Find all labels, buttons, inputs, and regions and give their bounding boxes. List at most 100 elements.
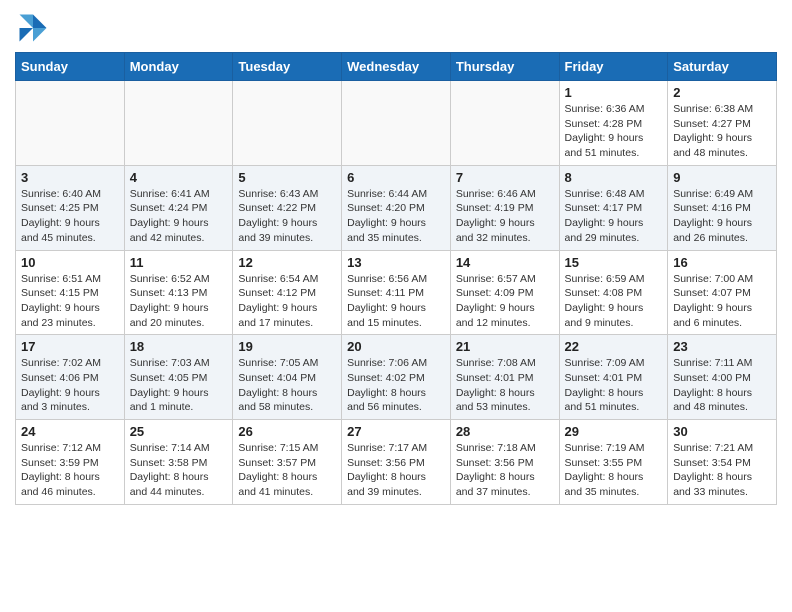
calendar-cell: 13 Sunrise: 6:56 AMSunset: 4:11 PMDayligh… xyxy=(342,250,451,335)
col-header-sunday: Sunday xyxy=(16,53,125,81)
day-number: 17 xyxy=(21,339,119,354)
day-number: 21 xyxy=(456,339,554,354)
col-header-saturday: Saturday xyxy=(668,53,777,81)
day-number: 28 xyxy=(456,424,554,439)
day-number: 6 xyxy=(347,170,445,185)
day-info: Sunrise: 7:02 AMSunset: 4:06 PMDaylight:… xyxy=(21,356,119,415)
calendar-cell xyxy=(342,81,451,166)
day-number: 5 xyxy=(238,170,336,185)
calendar-cell: 30Sunrise: 7:21 AMSunset: 3:54 PMDayligh… xyxy=(668,420,777,505)
calendar-cell: 15 Sunrise: 6:59 AMSunset: 4:08 PMDayligh… xyxy=(559,250,668,335)
day-number: 25 xyxy=(130,424,228,439)
calendar-cell xyxy=(233,81,342,166)
calendar-header-row: SundayMondayTuesdayWednesdayThursdayFrid… xyxy=(16,53,777,81)
calendar-cell: 19Sunrise: 7:05 AMSunset: 4:04 PMDayligh… xyxy=(233,335,342,420)
day-number: 22 xyxy=(565,339,663,354)
day-number: 24 xyxy=(21,424,119,439)
day-info: Sunrise: 7:06 AMSunset: 4:02 PMDaylight:… xyxy=(347,356,445,415)
page-header xyxy=(15,10,777,46)
calendar-cell xyxy=(124,81,233,166)
day-info: Sunrise: 6:40 AMSunset: 4:25 PMDaylight:… xyxy=(21,187,119,246)
day-info: Sunrise: 7:14 AMSunset: 3:58 PMDaylight:… xyxy=(130,441,228,500)
day-info: Sunrise: 6:36 AMSunset: 4:28 PMDaylight:… xyxy=(565,102,663,161)
day-number: 7 xyxy=(456,170,554,185)
calendar-cell: 16 Sunrise: 7:00 AMSunset: 4:07 PMDayligh… xyxy=(668,250,777,335)
calendar-cell: 3Sunrise: 6:40 AMSunset: 4:25 PMDaylight… xyxy=(16,165,125,250)
day-number: 23 xyxy=(673,339,771,354)
calendar-cell: 23 Sunrise: 7:11 AMSunset: 4:00 PMDayligh… xyxy=(668,335,777,420)
day-number: 14 xyxy=(456,255,554,270)
day-info: Sunrise: 7:12 AMSunset: 3:59 PMDaylight:… xyxy=(21,441,119,500)
calendar-cell: 26 Sunrise: 7:15 AMSunset: 3:57 PMDayligh… xyxy=(233,420,342,505)
calendar-cell: 7 Sunrise: 6:46 AMSunset: 4:19 PMDaylight… xyxy=(450,165,559,250)
day-info: Sunrise: 7:19 AMSunset: 3:55 PMDaylight:… xyxy=(565,441,663,500)
calendar-week-row: 1 Sunrise: 6:36 AMSunset: 4:28 PMDaylight… xyxy=(16,81,777,166)
day-info: Sunrise: 6:56 AMSunset: 4:11 PMDaylight:… xyxy=(347,272,445,331)
day-number: 26 xyxy=(238,424,336,439)
day-info: Sunrise: 7:18 AMSunset: 3:56 PMDaylight:… xyxy=(456,441,554,500)
calendar-cell xyxy=(450,81,559,166)
day-info: Sunrise: 6:57 AMSunset: 4:09 PMDaylight:… xyxy=(456,272,554,331)
day-info: Sunrise: 7:00 AMSunset: 4:07 PMDaylight:… xyxy=(673,272,771,331)
day-number: 10 xyxy=(21,255,119,270)
calendar-cell: 22 Sunrise: 7:09 AMSunset: 4:01 PMDayligh… xyxy=(559,335,668,420)
col-header-thursday: Thursday xyxy=(450,53,559,81)
calendar-cell: 25 Sunrise: 7:14 AMSunset: 3:58 PMDayligh… xyxy=(124,420,233,505)
calendar-week-row: 24 Sunrise: 7:12 AMSunset: 3:59 PMDayligh… xyxy=(16,420,777,505)
calendar-cell: 11Sunrise: 6:52 AMSunset: 4:13 PMDayligh… xyxy=(124,250,233,335)
calendar-cell: 1 Sunrise: 6:36 AMSunset: 4:28 PMDaylight… xyxy=(559,81,668,166)
day-info: Sunrise: 7:11 AMSunset: 4:00 PMDaylight:… xyxy=(673,356,771,415)
day-info: Sunrise: 6:41 AMSunset: 4:24 PMDaylight:… xyxy=(130,187,228,246)
day-info: Sunrise: 7:09 AMSunset: 4:01 PMDaylight:… xyxy=(565,356,663,415)
calendar-cell: 12 Sunrise: 6:54 AMSunset: 4:12 PMDayligh… xyxy=(233,250,342,335)
day-info: Sunrise: 7:17 AMSunset: 3:56 PMDaylight:… xyxy=(347,441,445,500)
day-info: Sunrise: 7:03 AMSunset: 4:05 PMDaylight:… xyxy=(130,356,228,415)
day-info: Sunrise: 6:43 AMSunset: 4:22 PMDaylight:… xyxy=(238,187,336,246)
day-info: Sunrise: 6:54 AMSunset: 4:12 PMDaylight:… xyxy=(238,272,336,331)
day-number: 20 xyxy=(347,339,445,354)
day-number: 12 xyxy=(238,255,336,270)
day-info: Sunrise: 6:44 AMSunset: 4:20 PMDaylight:… xyxy=(347,187,445,246)
day-number: 4 xyxy=(130,170,228,185)
day-number: 2 xyxy=(673,85,771,100)
calendar-cell: 28 Sunrise: 7:18 AMSunset: 3:56 PMDayligh… xyxy=(450,420,559,505)
day-info: Sunrise: 6:49 AMSunset: 4:16 PMDaylight:… xyxy=(673,187,771,246)
calendar-cell: 24 Sunrise: 7:12 AMSunset: 3:59 PMDayligh… xyxy=(16,420,125,505)
day-number: 27 xyxy=(347,424,445,439)
day-number: 19 xyxy=(238,339,336,354)
day-number: 8 xyxy=(565,170,663,185)
calendar-cell: 8 Sunrise: 6:48 AMSunset: 4:17 PMDaylight… xyxy=(559,165,668,250)
calendar-cell: 20 Sunrise: 7:06 AMSunset: 4:02 PMDayligh… xyxy=(342,335,451,420)
day-info: Sunrise: 6:59 AMSunset: 4:08 PMDaylight:… xyxy=(565,272,663,331)
calendar-week-row: 17 Sunrise: 7:02 AMSunset: 4:06 PMDayligh… xyxy=(16,335,777,420)
day-number: 30 xyxy=(673,424,771,439)
calendar-cell: 9 Sunrise: 6:49 AMSunset: 4:16 PMDaylight… xyxy=(668,165,777,250)
day-number: 16 xyxy=(673,255,771,270)
calendar-cell: 4 Sunrise: 6:41 AMSunset: 4:24 PMDaylight… xyxy=(124,165,233,250)
logo xyxy=(15,10,55,46)
col-header-friday: Friday xyxy=(559,53,668,81)
calendar-cell: 27 Sunrise: 7:17 AMSunset: 3:56 PMDayligh… xyxy=(342,420,451,505)
col-header-wednesday: Wednesday xyxy=(342,53,451,81)
calendar-cell: 18 Sunrise: 7:03 AMSunset: 4:05 PMDayligh… xyxy=(124,335,233,420)
calendar-cell: 17 Sunrise: 7:02 AMSunset: 4:06 PMDayligh… xyxy=(16,335,125,420)
day-info: Sunrise: 7:15 AMSunset: 3:57 PMDaylight:… xyxy=(238,441,336,500)
day-number: 29 xyxy=(565,424,663,439)
col-header-monday: Monday xyxy=(124,53,233,81)
calendar-cell: 10Sunrise: 6:51 AMSunset: 4:15 PMDayligh… xyxy=(16,250,125,335)
day-number: 9 xyxy=(673,170,771,185)
calendar-cell: 21 Sunrise: 7:08 AMSunset: 4:01 PMDayligh… xyxy=(450,335,559,420)
calendar-cell: 5 Sunrise: 6:43 AMSunset: 4:22 PMDaylight… xyxy=(233,165,342,250)
day-info: Sunrise: 7:08 AMSunset: 4:01 PMDaylight:… xyxy=(456,356,554,415)
day-number: 15 xyxy=(565,255,663,270)
day-info: Sunrise: 6:46 AMSunset: 4:19 PMDaylight:… xyxy=(456,187,554,246)
calendar-cell: 6 Sunrise: 6:44 AMSunset: 4:20 PMDaylight… xyxy=(342,165,451,250)
calendar-cell: 29 Sunrise: 7:19 AMSunset: 3:55 PMDayligh… xyxy=(559,420,668,505)
day-number: 1 xyxy=(565,85,663,100)
day-info: Sunrise: 6:48 AMSunset: 4:17 PMDaylight:… xyxy=(565,187,663,246)
day-number: 18 xyxy=(130,339,228,354)
calendar-cell: 14 Sunrise: 6:57 AMSunset: 4:09 PMDayligh… xyxy=(450,250,559,335)
calendar-table: SundayMondayTuesdayWednesdayThursdayFrid… xyxy=(15,52,777,505)
day-info: Sunrise: 6:52 AMSunset: 4:13 PMDaylight:… xyxy=(130,272,228,331)
day-number: 13 xyxy=(347,255,445,270)
